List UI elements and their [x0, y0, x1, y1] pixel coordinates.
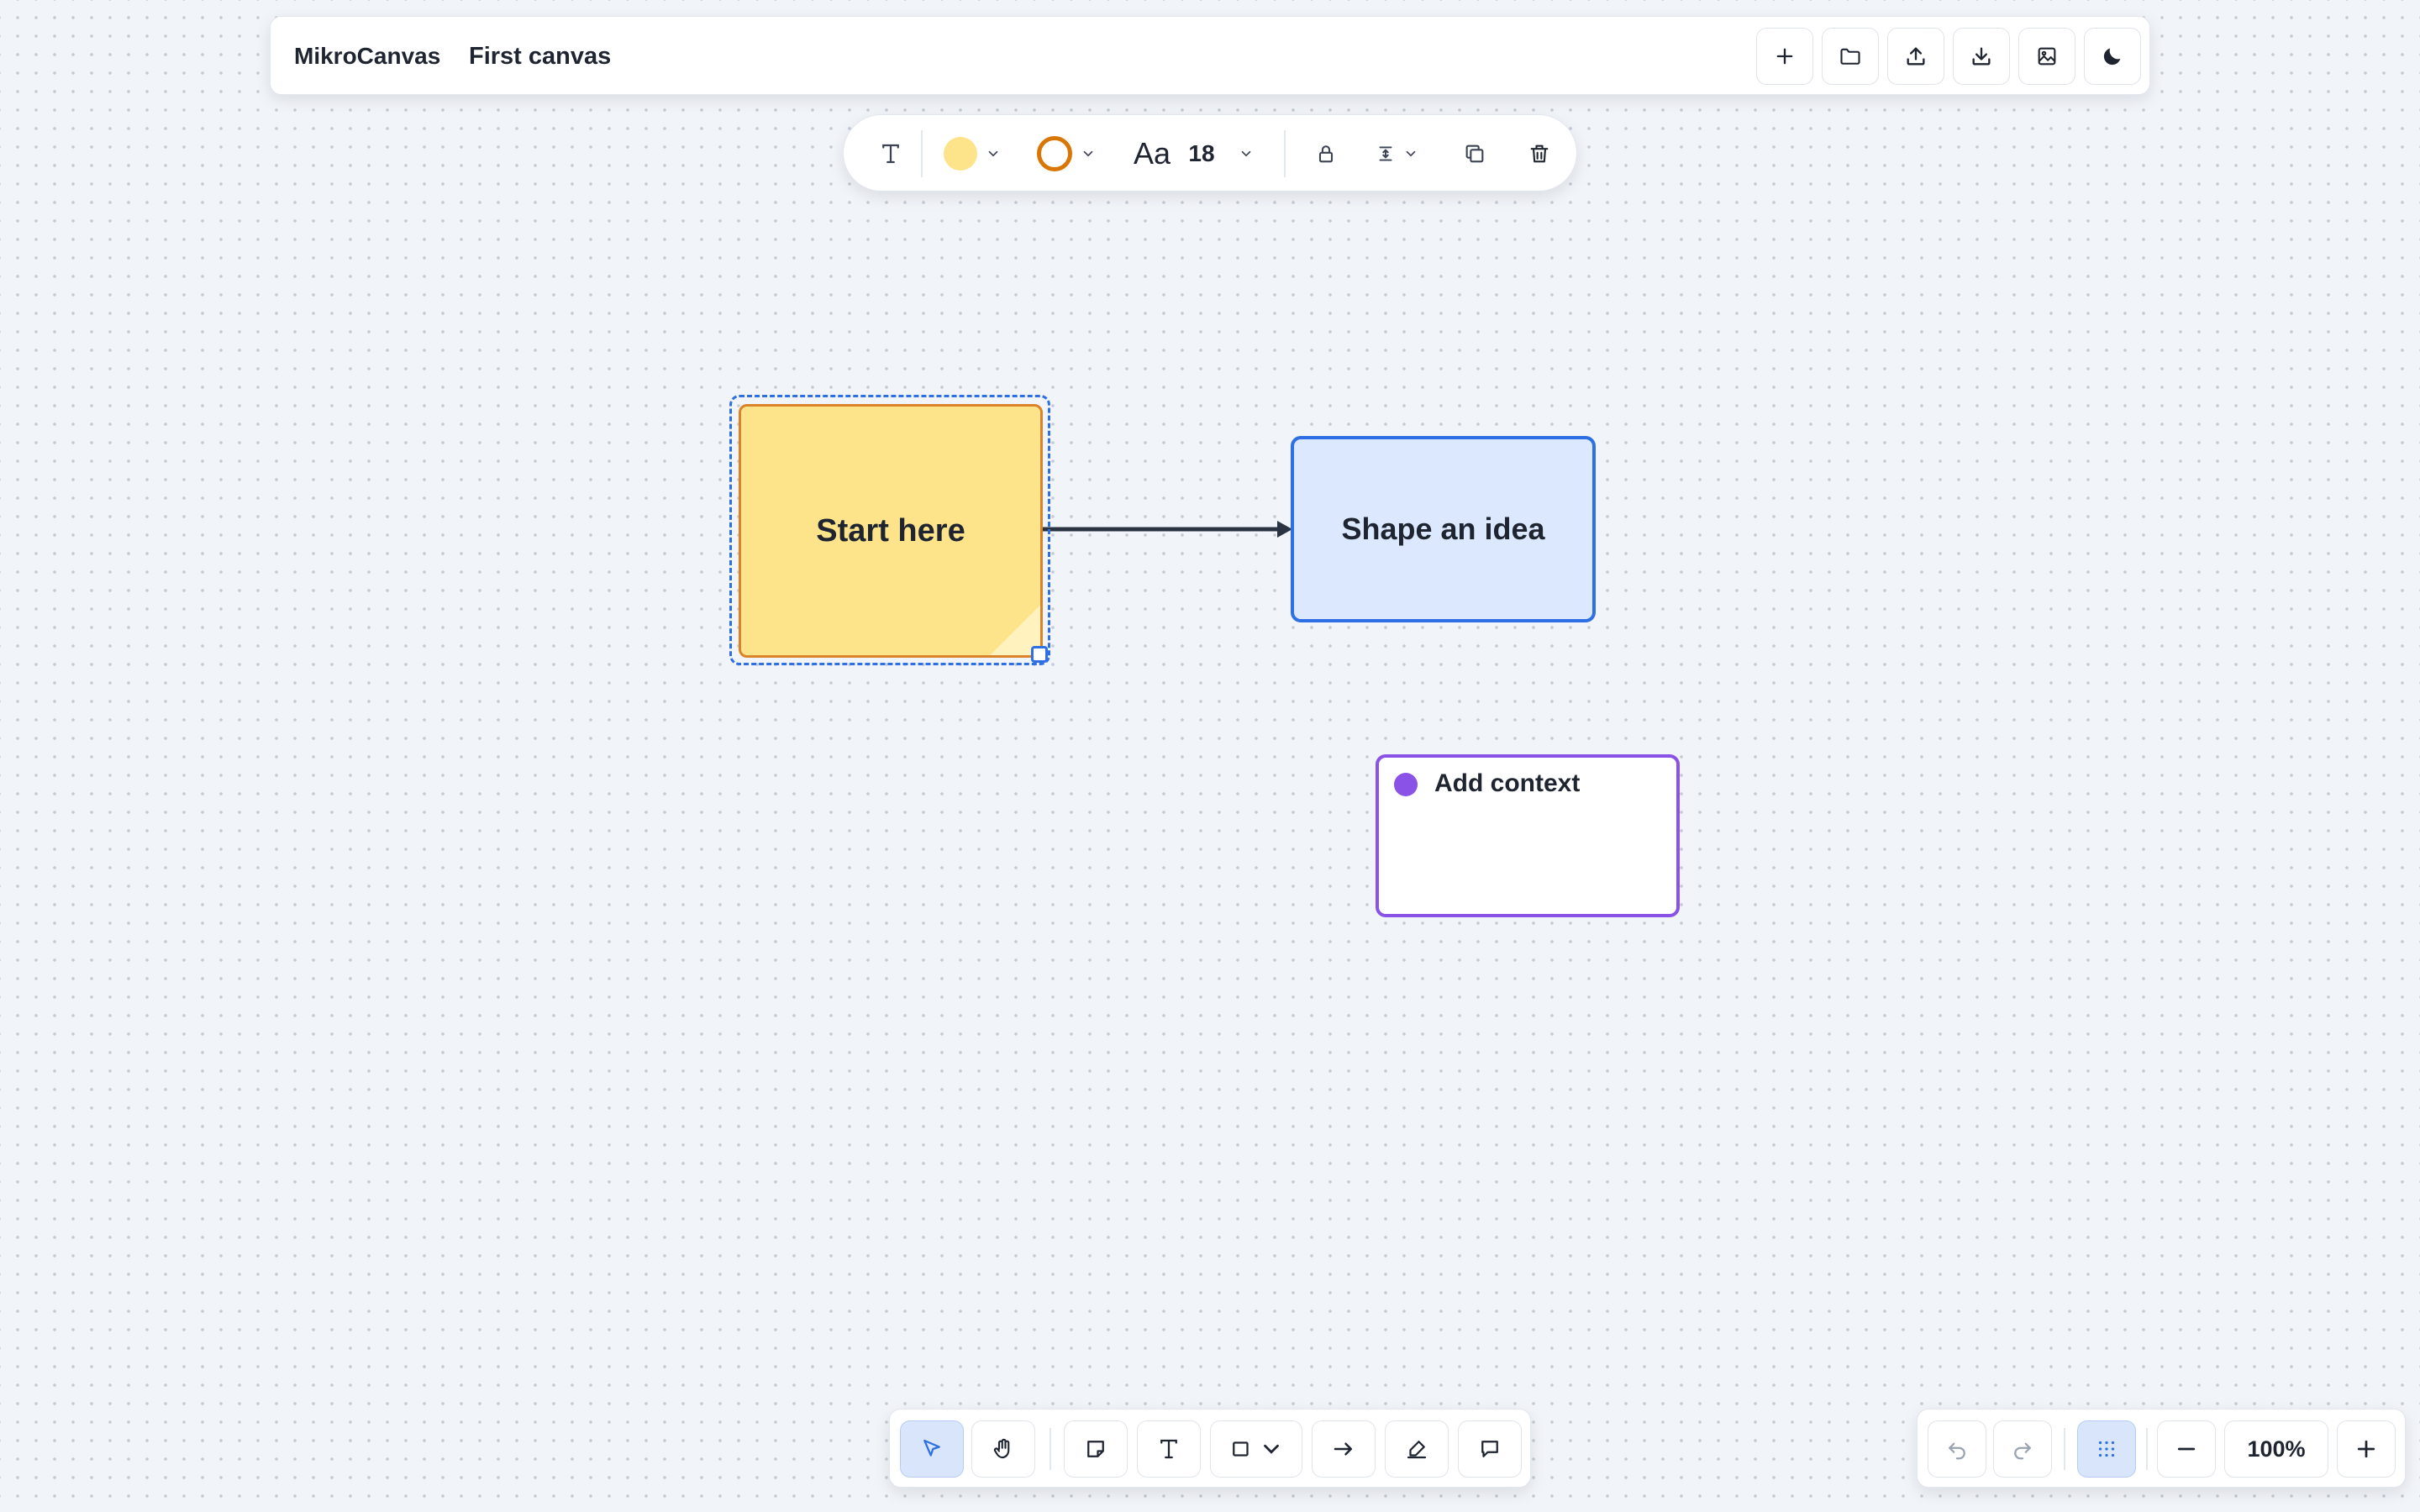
chevron-down-icon	[988, 150, 998, 157]
arrow-tool-button[interactable]	[1312, 1420, 1376, 1478]
download-icon	[1972, 47, 1991, 66]
stroke-color-picker[interactable]	[1033, 115, 1100, 192]
moon-icon	[2103, 48, 2121, 66]
folder-icon	[1840, 48, 1860, 65]
redo-button[interactable]	[1993, 1420, 2052, 1478]
delete-button[interactable]	[1518, 115, 1561, 192]
font-label: Aa	[1133, 136, 1171, 171]
connector-arrow[interactable]	[0, 0, 2420, 1512]
zoom-in-button[interactable]	[2337, 1420, 2396, 1478]
sticky-note[interactable]: Start here	[739, 404, 1043, 658]
export-image-button[interactable]	[2018, 28, 2075, 85]
undo-icon	[1949, 1442, 1965, 1460]
select-tool-button[interactable]	[900, 1420, 964, 1478]
divider	[2146, 1428, 2148, 1470]
vertical-align-icon	[1379, 146, 1392, 161]
zoom-level[interactable]: 100%	[2224, 1420, 2328, 1478]
comment-tool-button[interactable]	[1458, 1420, 1522, 1478]
pen-icon	[1407, 1441, 1427, 1459]
grid-toggle-button[interactable]	[2077, 1420, 2136, 1478]
text-icon	[882, 144, 899, 164]
hand-tool-button[interactable]	[971, 1420, 1035, 1478]
divider	[1284, 130, 1286, 177]
copy-icon	[1465, 144, 1484, 163]
image-icon	[2038, 47, 2056, 66]
font-size-select[interactable]: 18	[1184, 115, 1258, 192]
lock-button[interactable]	[1304, 115, 1348, 192]
upload-icon	[1907, 47, 1925, 66]
new-canvas-button[interactable]	[1756, 28, 1813, 85]
shape-node[interactable]: Shape an idea	[1291, 436, 1596, 622]
sticky-note-tool-button[interactable]	[1064, 1420, 1128, 1478]
font-size-value: 18	[1188, 140, 1215, 166]
cursor-icon	[923, 1439, 940, 1457]
font-family-button[interactable]: Aa	[1130, 115, 1174, 192]
comment-text: Add context	[1434, 769, 1581, 797]
lock-icon	[1318, 145, 1334, 163]
format-toolbar: Aa 18	[843, 114, 1577, 192]
fill-swatch	[944, 137, 977, 171]
top-bar: MikroCanvas First canvas	[270, 16, 2150, 95]
minus-icon	[2177, 1447, 2196, 1451]
redo-icon	[2014, 1442, 2031, 1460]
text-tool-button[interactable]	[1137, 1420, 1201, 1478]
chevron-down-icon	[1083, 150, 1093, 157]
sticky-note-icon	[1087, 1441, 1104, 1457]
text-style-button[interactable]	[869, 115, 913, 192]
fill-color-picker[interactable]	[939, 115, 1006, 192]
sticky-note-text: Start here	[816, 512, 965, 549]
shape-tool-button[interactable]	[1210, 1420, 1302, 1478]
divider	[921, 130, 923, 177]
zoom-bar: 100%	[1917, 1409, 2406, 1488]
pen-tool-button[interactable]	[1385, 1420, 1449, 1478]
dark-mode-button[interactable]	[2084, 28, 2141, 85]
stroke-swatch	[1037, 136, 1072, 171]
square-icon	[1233, 1441, 1249, 1457]
chevron-down-icon	[1241, 150, 1250, 157]
speech-bubble-icon	[1481, 1441, 1498, 1457]
divider	[2064, 1428, 2065, 1470]
trash-icon	[1530, 144, 1549, 163]
zoom-out-button[interactable]	[2157, 1420, 2216, 1478]
selection-outline: Start here	[729, 395, 1050, 665]
plus-icon	[2357, 1440, 2375, 1458]
comment-dot	[1394, 773, 1418, 796]
arrow-right-icon	[1334, 1442, 1352, 1456]
zoom-value: 100%	[2247, 1436, 2306, 1462]
open-folder-button[interactable]	[1822, 28, 1879, 85]
canvas-name[interactable]: First canvas	[469, 17, 611, 96]
upload-button[interactable]	[1887, 28, 1944, 85]
download-button[interactable]	[1953, 28, 2010, 85]
undo-button[interactable]	[1928, 1420, 1986, 1478]
divider	[1050, 1428, 1051, 1470]
hand-icon	[993, 1438, 1010, 1459]
chevron-down-icon	[1406, 150, 1416, 157]
text-icon	[1160, 1439, 1177, 1459]
shape-text: Shape an idea	[1341, 512, 1545, 546]
align-button[interactable]	[1365, 115, 1428, 192]
app-name: MikroCanvas	[294, 43, 441, 69]
grid-dots-icon	[2098, 1441, 2115, 1457]
comment-card[interactable]: Add context	[1376, 754, 1680, 917]
tool-bar	[889, 1409, 1531, 1488]
chevron-down-icon	[1264, 1444, 1279, 1454]
plus-icon	[1776, 48, 1793, 65]
resize-handle[interactable]	[1031, 646, 1048, 663]
duplicate-button[interactable]	[1453, 115, 1497, 192]
